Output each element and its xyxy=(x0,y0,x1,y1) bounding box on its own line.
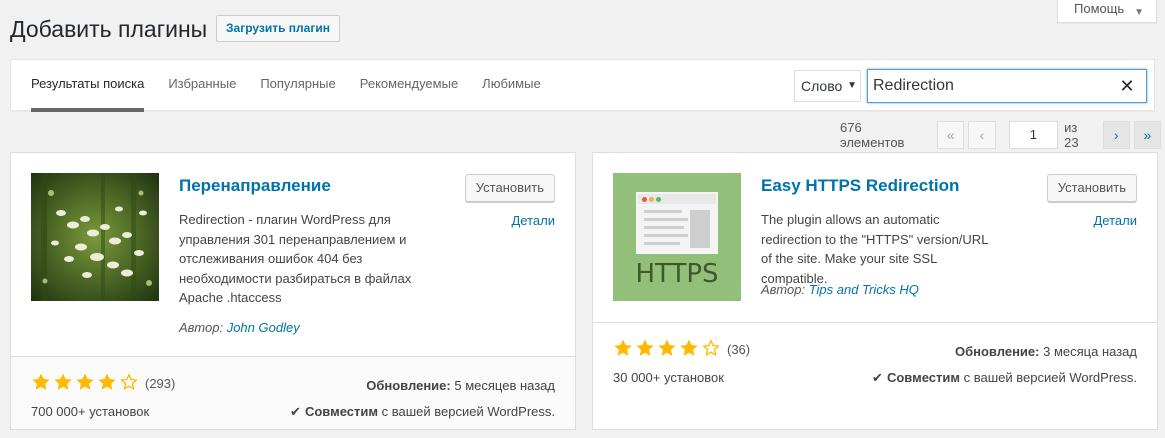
plugin-name-link[interactable]: Easy HTTPS Redirection xyxy=(761,175,959,197)
filter-bar: Результаты поиска Избранные Популярные Р… xyxy=(10,59,1155,112)
plugin-card: Перенаправление Redirection - плагин Wor… xyxy=(10,152,576,430)
star-icon xyxy=(53,372,75,395)
star-icon xyxy=(679,338,701,361)
star-empty-icon xyxy=(119,372,141,395)
last-page-button[interactable]: » xyxy=(1133,121,1161,149)
plugin-thumbnail[interactable] xyxy=(31,173,159,301)
tab-search-results[interactable]: Результаты поиска xyxy=(31,60,145,112)
compat-rest: с вашей версией WordPress. xyxy=(381,404,555,419)
active-installs: 700 000+ установок xyxy=(31,404,150,419)
clear-search-icon[interactable]: ✕ xyxy=(1110,69,1144,103)
details-link[interactable]: Детали xyxy=(512,213,556,228)
tab-popular[interactable]: Популярные xyxy=(260,60,335,112)
active-installs: 30 000+ установок xyxy=(613,370,724,385)
plugin-name-link[interactable]: Перенаправление xyxy=(179,175,331,197)
browser-window-icon xyxy=(636,192,718,254)
updated-value: 5 месяцев назад xyxy=(454,378,555,393)
checkmark-icon: ✔ xyxy=(290,404,301,419)
caret-down-icon: ▼ xyxy=(1134,7,1144,18)
upload-plugin-button[interactable]: Загрузить плагин xyxy=(216,15,340,42)
rating-count: (293) xyxy=(145,376,176,391)
items-count: 676 элементов xyxy=(840,120,905,150)
author-prefix: Автор: xyxy=(761,282,806,297)
page-title: Добавить плагины xyxy=(10,16,208,42)
star-icon xyxy=(75,372,97,395)
author-prefix: Автор: xyxy=(179,320,224,335)
first-page-button: « xyxy=(937,121,965,149)
plugin-description: The plugin allows an automatic redirecti… xyxy=(761,212,988,286)
tab-favorites[interactable]: Любимые xyxy=(482,60,541,112)
star-icon xyxy=(97,372,119,395)
checkmark-icon: ✔ xyxy=(872,370,883,385)
compat-rest: с вашей версией WordPress. xyxy=(963,370,1137,385)
install-button[interactable]: Установить xyxy=(1046,174,1137,202)
prev-page-button: ‹ xyxy=(968,121,996,149)
rating-count: (36) xyxy=(727,342,751,357)
plugin-card-footer: (36) 30 000+ установок Обновление: 3 мес… xyxy=(593,322,1157,385)
compatibility: ✔ Совместим с вашей версией WordPress. xyxy=(290,404,555,420)
pagination: 676 элементов « ‹ 1 из 23 › » xyxy=(840,120,1165,150)
tab-featured[interactable]: Избранные xyxy=(168,60,236,112)
compat-bold: Совместим xyxy=(304,404,378,419)
star-rating: (36) xyxy=(613,338,750,361)
next-page-button[interactable]: › xyxy=(1102,121,1130,149)
star-icon xyxy=(613,338,635,361)
total-pages: из 23 xyxy=(1064,120,1079,150)
author-link[interactable]: John Godley xyxy=(227,320,300,335)
author-link[interactable]: Tips and Tricks HQ xyxy=(809,282,919,297)
star-empty-icon xyxy=(701,338,723,361)
help-label: Помощь xyxy=(1074,1,1125,16)
star-rating: (293) xyxy=(31,372,175,395)
help-tab[interactable]: Помощь ▼ xyxy=(1057,0,1157,23)
search-input[interactable]: Redirection xyxy=(867,69,1147,103)
last-updated: Обновление: 5 месяцев назад xyxy=(366,378,555,393)
tab-recommended[interactable]: Рекомендуемые xyxy=(360,60,458,112)
star-icon xyxy=(31,372,53,395)
updated-label: Обновление: xyxy=(366,378,451,393)
https-label: HTTPS xyxy=(635,259,719,289)
last-updated: Обновление: 3 месяца назад xyxy=(955,344,1137,359)
plugin-author: Автор: Tips and Tricks HQ xyxy=(761,282,919,297)
search-type-value: Слово xyxy=(801,78,843,94)
star-icon xyxy=(657,338,679,361)
dropdown-arrow-icon: ▼ xyxy=(847,80,857,91)
details-link[interactable]: Детали xyxy=(1094,213,1138,228)
star-icon xyxy=(635,338,657,361)
plugin-author: Автор: John Godley xyxy=(179,320,300,335)
plugin-card: HTTPS Easy HTTPS Redirection The plugin … xyxy=(592,152,1158,430)
updated-label: Обновление: xyxy=(955,344,1040,359)
compat-bold: Совместим xyxy=(886,370,960,385)
plugin-thumbnail[interactable]: HTTPS xyxy=(613,173,741,301)
install-button[interactable]: Установить xyxy=(464,174,555,202)
plugin-card-footer: (293) 700 000+ установок Обновление: 5 м… xyxy=(11,356,575,429)
current-page-input[interactable]: 1 xyxy=(1008,121,1059,149)
compatibility: ✔ Совместим с вашей версией WordPress. xyxy=(872,370,1137,386)
plugin-description: Redirection - плагин WordPress для управ… xyxy=(179,212,412,305)
search-type-select[interactable]: Слово ▼ xyxy=(794,70,861,102)
updated-value: 3 месяца назад xyxy=(1043,344,1137,359)
